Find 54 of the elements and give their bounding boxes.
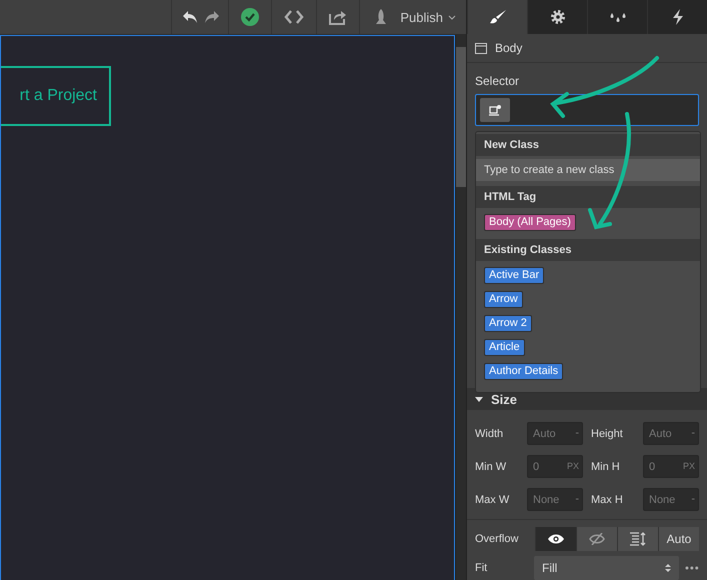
scroll-option[interactable] — [617, 527, 658, 551]
settings-tab[interactable] — [527, 0, 587, 34]
fit-select[interactable]: Fill — [534, 556, 680, 580]
eye-slash-icon — [589, 533, 605, 545]
selector-icon-button[interactable] — [480, 98, 510, 122]
section-heading: New Class — [476, 134, 700, 156]
unit-label: PX — [566, 461, 579, 472]
unit-label: - — [691, 493, 695, 506]
class-option[interactable]: Arrow 2 — [484, 315, 532, 332]
element-name: Body — [495, 41, 522, 55]
export-icon — [329, 9, 348, 25]
class-option[interactable]: Author Details — [484, 363, 564, 380]
caret-icon — [448, 14, 456, 20]
element-icon — [489, 104, 501, 116]
window-icon — [475, 42, 487, 54]
redo-icon — [204, 10, 220, 24]
unit-label: PX — [682, 461, 695, 472]
brush-icon — [488, 9, 506, 25]
section-title: Size — [491, 392, 518, 406]
expand-icon[interactable] — [475, 396, 483, 402]
html-tag-option[interactable]: Body (All Pages) — [484, 214, 576, 231]
eye-icon — [548, 534, 564, 544]
create-class-option[interactable]: Type to create a new class — [476, 159, 700, 181]
class-option[interactable]: Arrow — [484, 291, 523, 308]
field-label: Max H — [590, 494, 624, 506]
unit-label: - — [575, 493, 579, 506]
class-option[interactable]: Active Bar — [484, 267, 544, 284]
section-heading: HTML Tag — [476, 186, 700, 208]
check-icon — [241, 8, 260, 26]
field-label: Min H — [590, 460, 621, 472]
section-heading: Existing Classes — [476, 239, 700, 261]
undo-icon — [182, 10, 198, 24]
field-label: Fit — [475, 562, 488, 574]
class-option[interactable]: Article — [484, 339, 525, 356]
field-label: Overflow — [475, 533, 520, 545]
unit-label: - — [691, 427, 695, 440]
hidden-option[interactable] — [576, 527, 617, 551]
field-label: Max W — [475, 494, 510, 506]
scrollbar[interactable] — [455, 35, 466, 580]
code-icon — [284, 10, 304, 24]
more-icon[interactable] — [685, 566, 700, 570]
selector-label: Selector — [475, 74, 520, 88]
field-label: Width — [475, 428, 504, 440]
visible-option[interactable] — [535, 527, 576, 551]
sort-icon — [665, 563, 672, 573]
lightning-icon — [672, 9, 684, 25]
text-height-icon — [629, 532, 647, 546]
selector-field[interactable] — [475, 94, 699, 126]
field-label: Height — [590, 428, 624, 440]
auto-option[interactable]: Auto — [658, 527, 699, 551]
unit-label: - — [575, 427, 579, 440]
gear-icon — [550, 9, 566, 25]
interactions-tab[interactable] — [647, 0, 707, 34]
field-label: Min W — [475, 460, 508, 472]
